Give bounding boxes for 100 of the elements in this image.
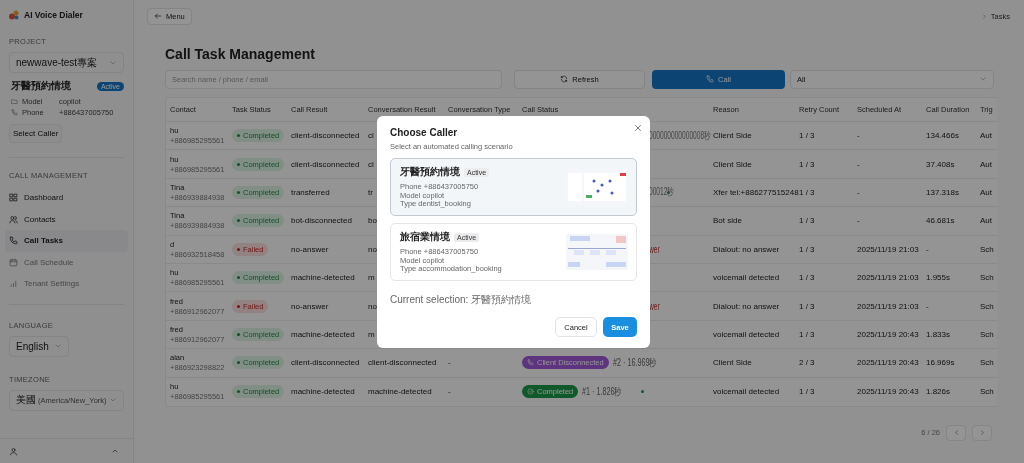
page-title: Call Task Management [165, 46, 316, 62]
call-detail: #1 · 1.826秒 [582, 384, 622, 399]
table-cell: 1 / 3 [799, 329, 815, 339]
current-selection: Current selection: 牙醫預約情境 [390, 293, 533, 307]
table-cell: Client Side [713, 358, 752, 368]
user-icon[interactable] [9, 446, 18, 456]
users-icon [9, 214, 18, 224]
table-cell: m [368, 329, 375, 339]
table-cell: Dialout: no answer [713, 301, 780, 311]
table-cell: - [857, 131, 860, 141]
table-cell: voicemail detected [713, 387, 780, 397]
table-cell: Client Side [713, 131, 752, 141]
chevron-down-icon [109, 396, 117, 404]
table-cell: 2025/11/19 21:03 [857, 244, 919, 254]
app-title: AI Voice Dialer [24, 10, 83, 20]
folder-icon [11, 98, 18, 105]
table-cell: 1 / 3 [799, 159, 815, 169]
project-select[interactable]: newwave-test專案 [9, 52, 124, 73]
table-cell: - [926, 244, 929, 254]
table-cell: 2025/11/19 20:43 [857, 329, 919, 339]
table-cell: - [448, 387, 451, 397]
chevron-up-icon[interactable] [111, 447, 119, 455]
sidebar-item[interactable]: Dashboard [5, 187, 128, 209]
table-cell: 1.955s [926, 273, 951, 283]
table-cell: client-disconnected [368, 358, 437, 368]
table-cell: no-answer [291, 244, 329, 254]
table-cell: 1.833s [926, 329, 951, 339]
table-cell: Sch [980, 387, 994, 397]
chevron-right-icon [978, 429, 986, 437]
project-name: newwave-test專案 [16, 55, 98, 70]
table-cell: client-disconnected [291, 159, 360, 169]
table-cell: 1 / 3 [799, 273, 815, 283]
table-cell: Aut [980, 216, 992, 226]
table-cell: transferred [291, 187, 330, 197]
sidebar-item[interactable]: Call Tasks [5, 230, 128, 252]
table-cell: Aut [980, 131, 992, 141]
sidebar-item[interactable]: Contacts [5, 208, 128, 230]
table-cell: 1 / 3 [799, 387, 815, 397]
refresh-icon [560, 75, 569, 83]
table-cell: cl [368, 131, 374, 141]
table-cell: client-disconnected [291, 131, 360, 141]
language-value: English [16, 340, 49, 352]
table-cell: machine-detected [291, 329, 355, 339]
table-cell: bot-disconnected [291, 216, 352, 226]
table-cell: 2025/11/19 21:03 [857, 301, 919, 311]
table-cell: Aut [980, 159, 992, 169]
table-cell: 134.466s [926, 131, 959, 141]
call-detail: #2 · 16.969秒 [612, 355, 657, 370]
table-cell: machine-detected [291, 273, 355, 283]
chevron-right-icon [980, 12, 988, 20]
table-cell: 2025/11/19 20:43 [857, 387, 919, 397]
table-cell: Bot side [713, 216, 742, 226]
grid-icon [9, 193, 18, 203]
table-cell: no [368, 301, 377, 311]
table-cell: 137.318s [926, 187, 959, 197]
phone-icon [9, 236, 18, 246]
table-cell: 1 / 3 [799, 301, 815, 311]
table-cell: client-disconnected [291, 358, 360, 368]
table-cell: Sch [980, 244, 994, 254]
phone-icon [527, 359, 534, 367]
table-cell: 16.969s [926, 358, 955, 368]
phone-icon [706, 75, 715, 83]
table-cell: - [448, 358, 451, 368]
table-cell: no [368, 244, 377, 254]
table-cell: machine-detected [368, 387, 432, 397]
chevron-left-icon [952, 429, 960, 437]
chevron-down-icon [979, 75, 987, 83]
table-cell: Sch [980, 358, 994, 368]
bar-chart-icon [9, 279, 18, 289]
language-select[interactable]: English [9, 335, 69, 357]
table-cell: 1 / 3 [799, 187, 815, 197]
table-cell: voicemail detected [713, 329, 780, 339]
table-cell: Dialout: no answer [713, 244, 780, 254]
table-cell: Sch [980, 329, 994, 339]
table-cell: Xfer tel:+886277515248 [713, 187, 799, 197]
caller-name: 旅宿業情境 [400, 230, 450, 245]
calendar-icon [9, 257, 18, 267]
caller-name: 牙醫預約情境 [400, 165, 460, 180]
table-cell: 2025/11/19 20:43 [857, 358, 919, 368]
table-cell: - [926, 301, 929, 311]
select-caller-button[interactable]: Select Caller [9, 124, 63, 143]
table-cell: machine-detected [291, 387, 355, 397]
table-cell: no-answer [291, 301, 329, 311]
table-cell: 2 / 3 [799, 358, 815, 368]
table-cell: 1 / 3 [799, 216, 815, 226]
table-cell: 2025/11/19 21:03 [857, 273, 919, 283]
table-cell: 1.826s [926, 387, 951, 397]
close-button[interactable] [633, 123, 643, 133]
table-cell: 1 / 3 [799, 131, 815, 141]
table-cell: - [857, 159, 860, 169]
table-cell: voicemail detected [713, 273, 780, 283]
table-cell: Aut [980, 187, 992, 197]
chevron-down-icon [54, 342, 62, 350]
table-cell: bo [368, 216, 377, 226]
table-cell: tr [368, 187, 373, 197]
close-icon [633, 123, 643, 133]
table-cell: 1 / 3 [799, 244, 815, 254]
table-cell: 46.681s [926, 216, 955, 226]
table-cell: 000000000000008秒 [649, 128, 711, 143]
logo-icon [9, 10, 19, 20]
